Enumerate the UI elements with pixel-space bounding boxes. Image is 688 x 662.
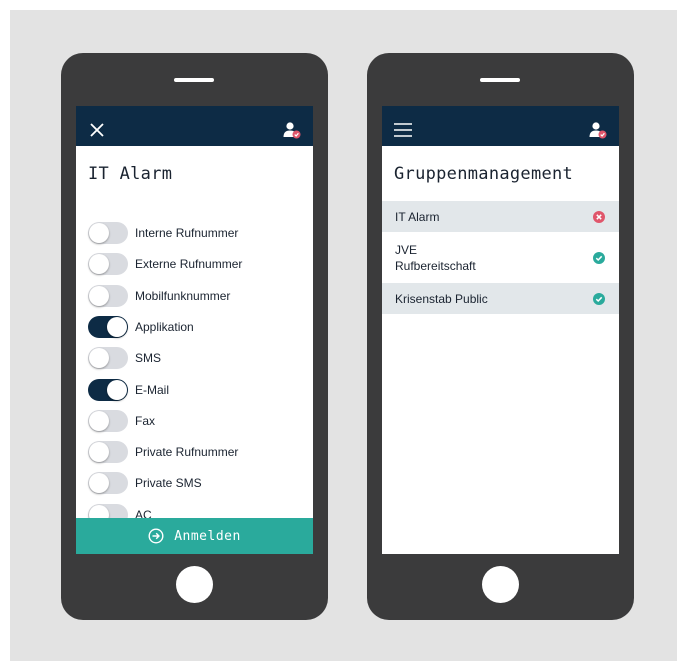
toggle-row[interactable]: Interne Rufnummer (88, 220, 238, 246)
toggle-label: Externe Rufnummer (135, 257, 243, 272)
phone-right: Gruppenmanagement IT Alarm JVE Rufbereits… (367, 53, 634, 620)
toggle-row[interactable]: E-Mail (88, 377, 169, 403)
toggle-label: Applikation (135, 319, 194, 334)
toggle-switch[interactable] (88, 409, 128, 432)
toggle-row[interactable]: Mobilfunknummer (88, 283, 230, 309)
toggle-knob (89, 442, 109, 463)
group-list-item[interactable]: JVE Rufbereitschaft (382, 232, 619, 283)
page-title: Gruppenmanagement (394, 164, 574, 184)
toggle-knob (89, 254, 109, 275)
status-error-icon (593, 210, 605, 223)
toggle-switch[interactable] (88, 378, 128, 401)
top-bar (76, 106, 313, 146)
home-button[interactable] (176, 566, 213, 603)
toggle-label: SMS (135, 351, 162, 366)
status-ok-icon (593, 251, 605, 264)
group-label: JVE Rufbereitschaft (395, 242, 476, 273)
toggle-row[interactable]: Applikation (88, 314, 194, 340)
toggle-switch[interactable] (88, 347, 128, 370)
phone-screen: Gruppenmanagement IT Alarm JVE Rufbereits… (382, 106, 619, 554)
toggle-row[interactable]: Private SMS (88, 470, 202, 496)
top-bar (382, 106, 619, 146)
user-check-icon[interactable] (589, 121, 607, 139)
phone-left: IT Alarm Interne Rufnummer Externe Rufnum… (61, 53, 328, 620)
login-arrow-icon (148, 528, 164, 544)
home-button[interactable] (482, 566, 519, 603)
group-list-item[interactable]: Krisenstab Public (382, 283, 619, 314)
toggle-switch[interactable] (88, 253, 128, 276)
group-label: IT Alarm (395, 209, 440, 224)
toggle-knob (89, 410, 109, 431)
toggle-row[interactable]: SMS (88, 345, 161, 371)
toggle-label: Private Rufnummer (135, 445, 239, 460)
toggle-label: Fax (135, 413, 156, 428)
toggle-switch[interactable] (88, 222, 128, 244)
group-label: Krisenstab Public (395, 291, 488, 306)
toggle-row[interactable]: Private Rufnummer (88, 439, 238, 465)
toggle-knob (89, 285, 109, 306)
toggle-knob (89, 223, 109, 243)
login-button[interactable]: Anmelden (76, 518, 313, 554)
user-check-icon[interactable] (283, 121, 301, 139)
page-title: IT Alarm (88, 164, 173, 184)
phone-screen: IT Alarm Interne Rufnummer Externe Rufnum… (76, 106, 313, 554)
toggle-switch[interactable] (88, 441, 128, 464)
status-ok-icon (593, 292, 605, 305)
toggle-switch[interactable] (88, 472, 128, 495)
toggle-label: Mobilfunknummer (135, 288, 231, 303)
toggle-knob (107, 379, 127, 400)
phone-speaker (480, 78, 520, 82)
toggle-knob (107, 316, 127, 337)
toggle-switch[interactable] (88, 284, 128, 307)
toggle-row[interactable]: Fax (88, 408, 155, 434)
toggle-knob (89, 348, 109, 369)
phone-speaker (174, 78, 214, 82)
close-icon[interactable] (89, 122, 105, 138)
toggle-label: Interne Rufnummer (135, 226, 239, 240)
hamburger-menu-icon[interactable] (394, 123, 412, 137)
toggle-row[interactable]: Externe Rufnummer (88, 251, 242, 277)
toggle-label: Private SMS (135, 476, 202, 491)
toggle-switch[interactable] (88, 315, 128, 338)
toggle-knob (89, 473, 109, 494)
group-list-item[interactable]: IT Alarm (382, 201, 619, 232)
toggle-label: E-Mail (135, 382, 170, 397)
login-label: Anmelden (174, 528, 241, 544)
